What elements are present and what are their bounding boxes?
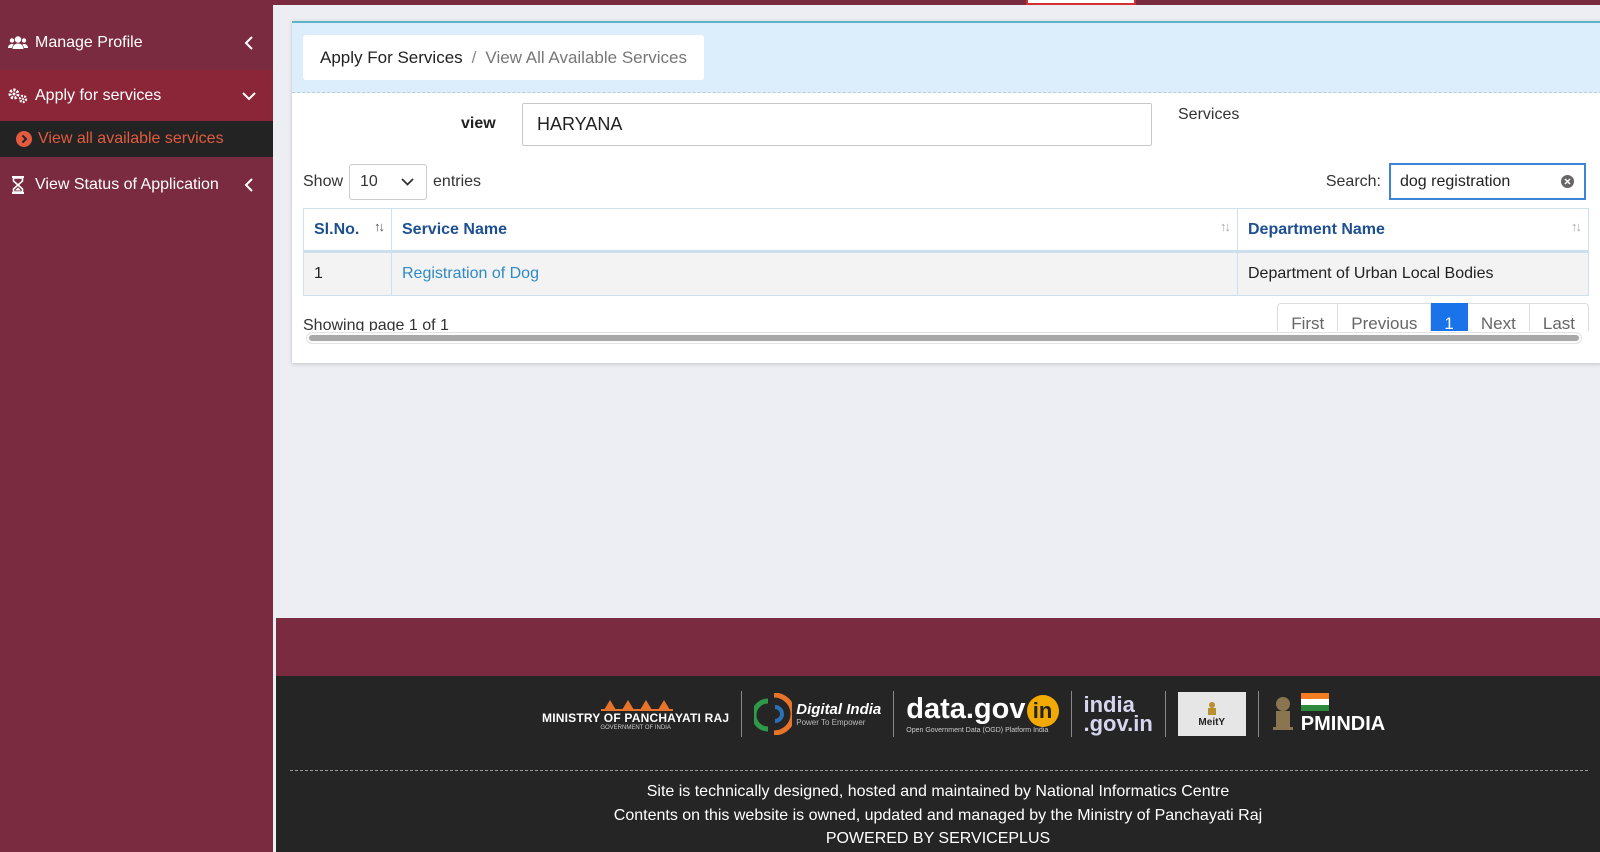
services-label: Services xyxy=(1178,106,1240,123)
search-box xyxy=(1389,163,1586,200)
view-label: view xyxy=(461,115,496,132)
scrollbar-thumb[interactable] xyxy=(309,335,1579,341)
chevron-left-icon xyxy=(239,178,259,192)
sidebar-item-view-status[interactable]: View Status of Application xyxy=(0,163,273,207)
search-input[interactable] xyxy=(1400,172,1550,191)
hourglass-icon xyxy=(8,176,28,194)
table-info: Showing page 1 of 1 xyxy=(303,317,449,331)
page-length-select[interactable]: 10 xyxy=(349,164,428,200)
digital-india-emblem-icon xyxy=(754,693,793,735)
footer-credits: Site is technically designed, hosted and… xyxy=(276,780,1600,851)
pagination-last[interactable]: Last xyxy=(1529,303,1589,331)
digital-india-logo[interactable]: Digital India Power To Empower xyxy=(742,692,893,736)
show-label: Show xyxy=(303,173,344,190)
table-search: Search: xyxy=(1326,163,1586,200)
footer: MINISTRY OF PANCHAYATI RAJ GOVERNMENT OF… xyxy=(276,676,1600,852)
pagination-page-1[interactable]: 1 xyxy=(1431,303,1468,331)
page-length-value: 10 xyxy=(360,173,378,190)
sidebar-subitem-label: View all available services xyxy=(38,130,224,147)
sidebar-item-label: Manage Profile xyxy=(35,34,143,51)
pmindia-logo[interactable]: PMINDIA xyxy=(1259,692,1397,736)
state-view-input[interactable] xyxy=(522,103,1152,146)
meity-logo[interactable]: MeitY xyxy=(1166,692,1258,736)
search-label: Search: xyxy=(1325,172,1381,190)
column-header-service-name[interactable]: Service Name ↑↓ xyxy=(391,208,1238,253)
footer-line-nic: Site is technically designed, hosted and… xyxy=(646,783,1230,800)
sidebar-subitem-view-all-services[interactable]: View all available services xyxy=(0,121,273,157)
chevron-down-icon xyxy=(401,173,414,191)
pagination-previous[interactable]: Previous xyxy=(1338,303,1432,331)
india-gov-logo[interactable]: india .gov.in xyxy=(1072,692,1165,736)
service-link-registration-of-dog[interactable]: Registration of Dog xyxy=(402,265,539,282)
partner-logos: MINISTRY OF PANCHAYATI RAJ GOVERNMENT OF… xyxy=(530,690,1397,738)
national-emblem-icon xyxy=(1207,701,1216,715)
panel-header: Apply For Services / View All Available … xyxy=(292,23,1600,93)
footer-band xyxy=(276,618,1600,676)
column-header-department-name[interactable]: Department Name ↑↓ xyxy=(1237,208,1589,253)
sidebar-item-label: View Status of Application xyxy=(35,176,219,193)
clear-search-icon[interactable] xyxy=(1561,175,1574,188)
cell-sl-no: 1 xyxy=(303,251,392,296)
sort-icon: ↑↓ xyxy=(1220,219,1231,234)
sidebar-item-manage-profile[interactable]: Manage Profile xyxy=(0,21,273,65)
mopr-logo[interactable]: MINISTRY OF PANCHAYATI RAJ GOVERNMENT OF… xyxy=(530,692,741,736)
services-panel: Apply For Services / View All Available … xyxy=(292,21,1600,363)
horizontal-scrollbar[interactable] xyxy=(306,332,1582,344)
top-tab-indicator[interactable] xyxy=(1026,0,1136,5)
national-emblem-icon xyxy=(1272,697,1293,730)
services-table: Sl.No. ↑↓ Service Name ↑↓ Department Nam… xyxy=(303,208,1589,296)
cell-service-name: Registration of Dog xyxy=(391,251,1238,296)
pagination-first[interactable]: First xyxy=(1277,303,1339,331)
breadcrumb-apply-for-services[interactable]: Apply For Services xyxy=(320,48,463,68)
india-flag-icon xyxy=(1300,692,1329,711)
column-header-sl-no[interactable]: Sl.No. ↑↓ xyxy=(303,208,392,253)
entries-length-control: Show 10 entries xyxy=(303,164,481,200)
footer-divider xyxy=(290,770,1588,771)
pagination-next[interactable]: Next xyxy=(1467,303,1530,331)
sidebar-item-label: Apply for services xyxy=(35,86,162,104)
users-icon xyxy=(8,35,28,51)
cogs-icon xyxy=(8,88,28,104)
mopr-emblem-icon xyxy=(600,700,673,711)
breadcrumb-current: View All Available Services xyxy=(485,47,687,67)
breadcrumb: Apply For Services / View All Available … xyxy=(303,35,704,80)
chevron-left-icon xyxy=(239,36,259,50)
breadcrumb-separator: / xyxy=(471,47,477,67)
footer-line-ministry: Contents on this website is owned, updat… xyxy=(613,806,1263,824)
cell-department-name: Department of Urban Local Bodies xyxy=(1237,251,1589,296)
chevron-down-icon xyxy=(239,91,259,101)
sort-icon: ↑↓ xyxy=(1571,219,1582,234)
table-header-row: Sl.No. ↑↓ Service Name ↑↓ Department Nam… xyxy=(303,208,1589,253)
chevron-circle-right-icon xyxy=(15,131,32,147)
sidebar: Manage Profile Apply for services View a… xyxy=(0,5,273,852)
table-row: 1 Registration of Dog Department of Urba… xyxy=(303,251,1589,296)
entries-label: entries xyxy=(433,173,482,190)
data-gov-logo[interactable]: data.gov in Open Government Data (OGD) Pl… xyxy=(894,692,1070,736)
pagination: First Previous 1 Next Last xyxy=(1277,303,1589,331)
footer-line-powered-by: POWERED BY SERVICEPLUS xyxy=(825,830,1051,847)
sort-asc-icon: ↑↓ xyxy=(374,219,385,234)
sidebar-item-apply-for-services[interactable]: Apply for services xyxy=(0,70,273,121)
